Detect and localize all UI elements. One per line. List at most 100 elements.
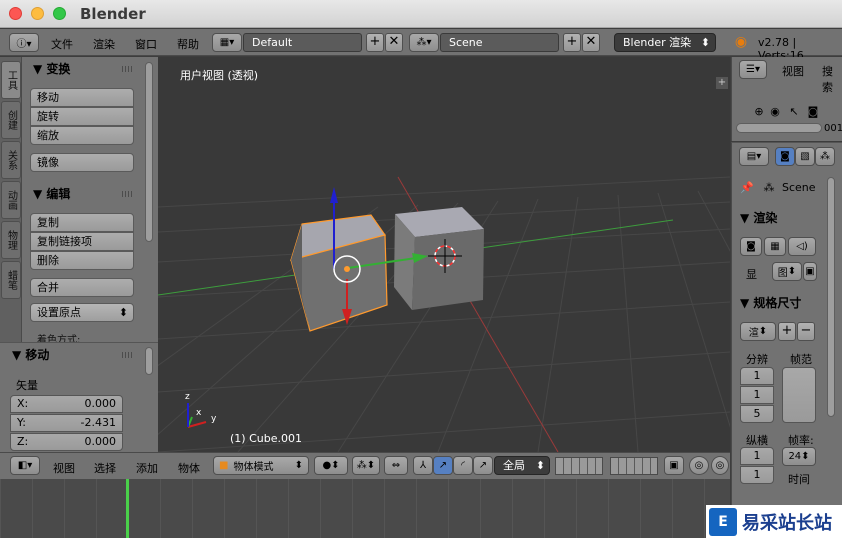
menu-view[interactable]: 视图 [53, 460, 75, 476]
delete-button[interactable]: 删除 [30, 251, 134, 270]
resolution-percent-field[interactable]: 5 [740, 405, 774, 423]
delete-screen-button[interactable]: ✕ [385, 33, 403, 52]
panel-grip-icon[interactable] [122, 66, 134, 72]
fps-select[interactable]: 24 ⬍ [782, 447, 816, 466]
timeline-editor[interactable] [0, 479, 730, 538]
proportional-edit-button[interactable]: ◎ [689, 456, 709, 475]
duplicate-linked-button[interactable]: 复制链接项 [30, 232, 134, 251]
menu-file[interactable]: 文件 [51, 36, 73, 52]
pin-icon[interactable]: 📌 [740, 180, 754, 194]
add-scene-button[interactable]: + [563, 33, 581, 52]
editor-type-outliner-button[interactable]: ☰▾ [739, 60, 767, 79]
snap-button[interactable]: ◎ [711, 456, 729, 475]
panel-grip-icon[interactable] [122, 352, 134, 358]
panel-grip-icon[interactable] [122, 191, 134, 197]
display-lock-button[interactable]: ▣ [803, 262, 817, 281]
layer-buttons-right[interactable] [610, 457, 658, 475]
menu-render[interactable]: 渲染 [93, 36, 115, 52]
maximize-window-button[interactable] [53, 7, 66, 20]
lock-layers-button[interactable]: ▣ [664, 456, 684, 475]
join-button[interactable]: 合并 [30, 278, 134, 297]
tab-relations[interactable]: 关系 [1, 141, 21, 179]
menu-add[interactable]: 添加 [136, 460, 158, 476]
eye-icon[interactable]: ◉ [768, 105, 782, 118]
scale-manipulator-toggle[interactable]: ↗ [473, 456, 493, 475]
vector-y-field[interactable]: Y: -2.431 [10, 414, 123, 432]
3d-viewport[interactable]: y x z 用户视图 (透视) (1) Cube.001 + [158, 57, 730, 452]
minimize-window-button[interactable] [31, 7, 44, 20]
set-origin-select[interactable]: 设置原点 ⬍ [30, 303, 134, 322]
close-window-button[interactable] [9, 7, 22, 20]
expand-icon[interactable]: ⊕ [754, 105, 764, 118]
interaction-mode-select[interactable]: ■ 物体模式 ⬍ [213, 456, 309, 475]
tab-physics[interactable]: 物理 [1, 221, 21, 259]
menu-select[interactable]: 选择 [94, 460, 116, 476]
rotate-manipulator-toggle[interactable]: ◜ [453, 456, 473, 475]
frame-range-fields[interactable] [782, 367, 816, 423]
viewport-scene[interactable]: y x z [158, 57, 730, 452]
render-audio-button[interactable]: ◁) [788, 237, 816, 256]
operator-scrollbar[interactable] [145, 347, 153, 375]
transform-orientation-select[interactable]: 全局 ⬍ [494, 456, 550, 475]
pivot-point-select[interactable]: ⁂⬍ [352, 456, 380, 475]
tab-animation[interactable]: 动画 [1, 181, 21, 219]
camera-icon[interactable]: ◙ [806, 105, 820, 118]
tab-create[interactable]: 创建 [1, 101, 21, 139]
vector-x-field[interactable]: X: 0.000 [10, 395, 123, 413]
display-select[interactable]: 图 ⬍ [772, 262, 802, 281]
editor-type-3d-button[interactable]: ◧▾ [10, 456, 40, 475]
duplicate-button[interactable]: 复制 [30, 213, 134, 232]
toolshelf-scrollbar[interactable] [145, 62, 153, 242]
mirror-button[interactable]: 镜像 [30, 153, 134, 172]
outliner-menu-view[interactable]: 视图 [782, 63, 804, 79]
tab-tools[interactable]: 工具 [1, 61, 21, 99]
remove-preset-button[interactable]: − [797, 322, 815, 341]
menu-object[interactable]: 物体 [178, 460, 200, 476]
vector-z-field[interactable]: Z: 0.000 [10, 433, 123, 451]
scale-button[interactable]: 缩放 [30, 126, 134, 145]
add-preset-button[interactable]: + [778, 322, 796, 341]
editor-type-info-button[interactable]: ⓘ▾ [9, 33, 39, 52]
operator-panel-header[interactable]: ▼ 移动 [12, 346, 49, 363]
properties-region-toggle[interactable]: + [716, 77, 728, 89]
render-image-button[interactable]: ◙ [740, 237, 762, 256]
layer-buttons-left[interactable] [555, 457, 603, 475]
tab-scene[interactable]: ⁂ [815, 147, 835, 166]
translate-button[interactable]: 移动 [30, 88, 134, 107]
updown-icon: ⬍ [758, 326, 768, 337]
menu-help[interactable]: 帮助 [177, 36, 199, 52]
delete-scene-button[interactable]: ✕ [582, 33, 600, 52]
translate-manipulator-toggle[interactable]: ↗ [433, 456, 453, 475]
aspect-x-field[interactable]: 1 [740, 447, 774, 465]
tab-layers[interactable]: ▧ [795, 147, 815, 166]
editor-type-properties-button[interactable]: ▤▾ [739, 147, 769, 166]
tab-render[interactable]: ◙ [775, 147, 795, 166]
cursor-icon[interactable]: ↖ [788, 105, 800, 118]
selected-cube-object[interactable] [290, 214, 388, 332]
rotate-button[interactable]: 旋转 [30, 107, 134, 126]
transform-panel-header[interactable]: ▼ 变换 [33, 60, 70, 77]
resolution-y-field[interactable]: 1 [740, 386, 774, 404]
resolution-x-field[interactable]: 1 [740, 367, 774, 385]
scene-browse-button[interactable]: ⁂▾ [409, 33, 439, 52]
render-engine-select[interactable]: Blender 渲染 ⬍ [614, 33, 716, 52]
outliner-hscrollbar[interactable] [736, 123, 822, 133]
render-preset-select[interactable]: 渲 ⬍ [740, 322, 776, 341]
add-screen-button[interactable]: + [366, 33, 384, 52]
tab-grease-pencil[interactable]: 蜡笔 [1, 261, 21, 299]
menu-window[interactable]: 窗口 [135, 36, 157, 52]
manipulator-toggle[interactable]: ⇔ [384, 456, 408, 475]
dimensions-panel-header[interactable]: ▼ 规格尺寸 [740, 294, 801, 311]
aspect-y-field[interactable]: 1 [740, 466, 774, 484]
render-panel-header[interactable]: ▼ 渲染 [740, 209, 777, 226]
scene-field[interactable]: Scene [440, 33, 559, 52]
screen-layout-field[interactable]: Default [243, 33, 362, 52]
properties-scrollbar[interactable] [827, 177, 835, 417]
render-animation-button[interactable]: ▦ [764, 237, 786, 256]
edit-panel-header[interactable]: ▼ 编辑 [33, 185, 70, 202]
viewport-shading-select[interactable]: ●⬍ [314, 456, 348, 475]
manipulator-visible-toggle[interactable]: ⅄ [413, 456, 433, 475]
outliner-menu-search[interactable]: 搜索 [822, 63, 842, 95]
screen-layout-browse-button[interactable]: ▦▾ [212, 33, 242, 52]
current-frame-indicator[interactable] [126, 479, 129, 538]
